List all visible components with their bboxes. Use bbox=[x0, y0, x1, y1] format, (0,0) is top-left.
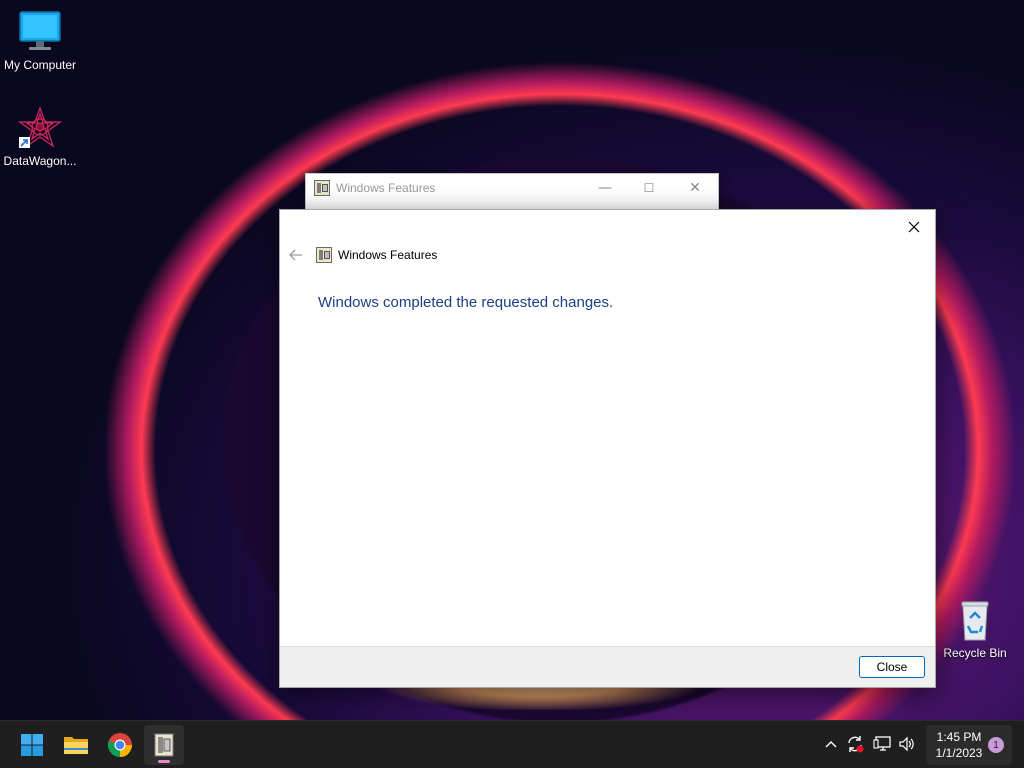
windows-logo-icon bbox=[21, 734, 43, 756]
windows-features-icon bbox=[154, 733, 174, 757]
windows-features-icon bbox=[314, 180, 330, 196]
desktop-icon-recycle-bin[interactable]: Recycle Bin bbox=[935, 598, 1015, 660]
windows-features-icon bbox=[316, 247, 332, 263]
chrome-button[interactable] bbox=[100, 725, 140, 765]
start-button[interactable] bbox=[12, 725, 52, 765]
window-title: Windows Features bbox=[336, 181, 436, 195]
desktop-icon-my-computer[interactable]: My Computer bbox=[0, 10, 80, 72]
notification-badge[interactable]: 1 bbox=[988, 737, 1004, 753]
volume-icon bbox=[899, 736, 914, 752]
chevron-up-icon bbox=[825, 741, 837, 748]
windows-features-dialog: Windows Features Windows completed the r… bbox=[279, 209, 936, 688]
back-arrow-icon bbox=[289, 249, 302, 261]
clock-button[interactable]: 1:45 PM 1/1/2023 1 bbox=[926, 725, 1012, 765]
desktop: My Computer DataWagon... Recycle Bin Win… bbox=[0, 0, 1024, 768]
desktop-icon-label: DataWagon... bbox=[3, 154, 77, 168]
clock-date: 1/1/2023 bbox=[935, 746, 983, 760]
status-message: Windows completed the requested changes. bbox=[318, 294, 614, 311]
desktop-icon-label: My Computer bbox=[3, 58, 77, 72]
folder-icon bbox=[64, 737, 88, 754]
recycle-bin-icon bbox=[953, 598, 997, 642]
dialog-title: Windows Features bbox=[338, 248, 438, 262]
clock-time: 1:45 PM bbox=[936, 730, 982, 744]
monitor-icon bbox=[18, 10, 62, 54]
network-tray-button[interactable] bbox=[871, 733, 893, 755]
close-window-button[interactable]: ✕ bbox=[672, 174, 718, 202]
file-explorer-button[interactable] bbox=[56, 725, 96, 765]
volume-tray-button[interactable] bbox=[896, 733, 918, 755]
taskbar: 1:45 PM 1/1/2023 1 bbox=[0, 720, 1024, 768]
back-arrow-button[interactable] bbox=[286, 245, 306, 265]
windows-features-taskbar-button[interactable] bbox=[144, 725, 184, 765]
sync-tray-button[interactable] bbox=[844, 733, 866, 755]
dialog-nav-row: Windows Features bbox=[286, 244, 437, 266]
close-icon bbox=[908, 221, 920, 233]
show-hidden-icons-button[interactable] bbox=[820, 733, 842, 755]
sync-icon bbox=[848, 736, 864, 753]
desktop-icon-label: Recycle Bin bbox=[943, 646, 1007, 660]
dialog-close-x-button[interactable] bbox=[899, 214, 929, 240]
network-icon bbox=[873, 736, 891, 751]
minimize-button[interactable]: — bbox=[582, 174, 628, 202]
chrome-icon bbox=[107, 733, 132, 757]
dialog-footer: Close bbox=[280, 646, 935, 687]
close-button[interactable]: Close bbox=[859, 656, 925, 678]
desktop-icon-datawagon[interactable]: DataWagon... bbox=[0, 106, 80, 168]
datawagon-icon bbox=[18, 106, 62, 150]
maximize-button[interactable]: ☐ bbox=[626, 174, 672, 202]
